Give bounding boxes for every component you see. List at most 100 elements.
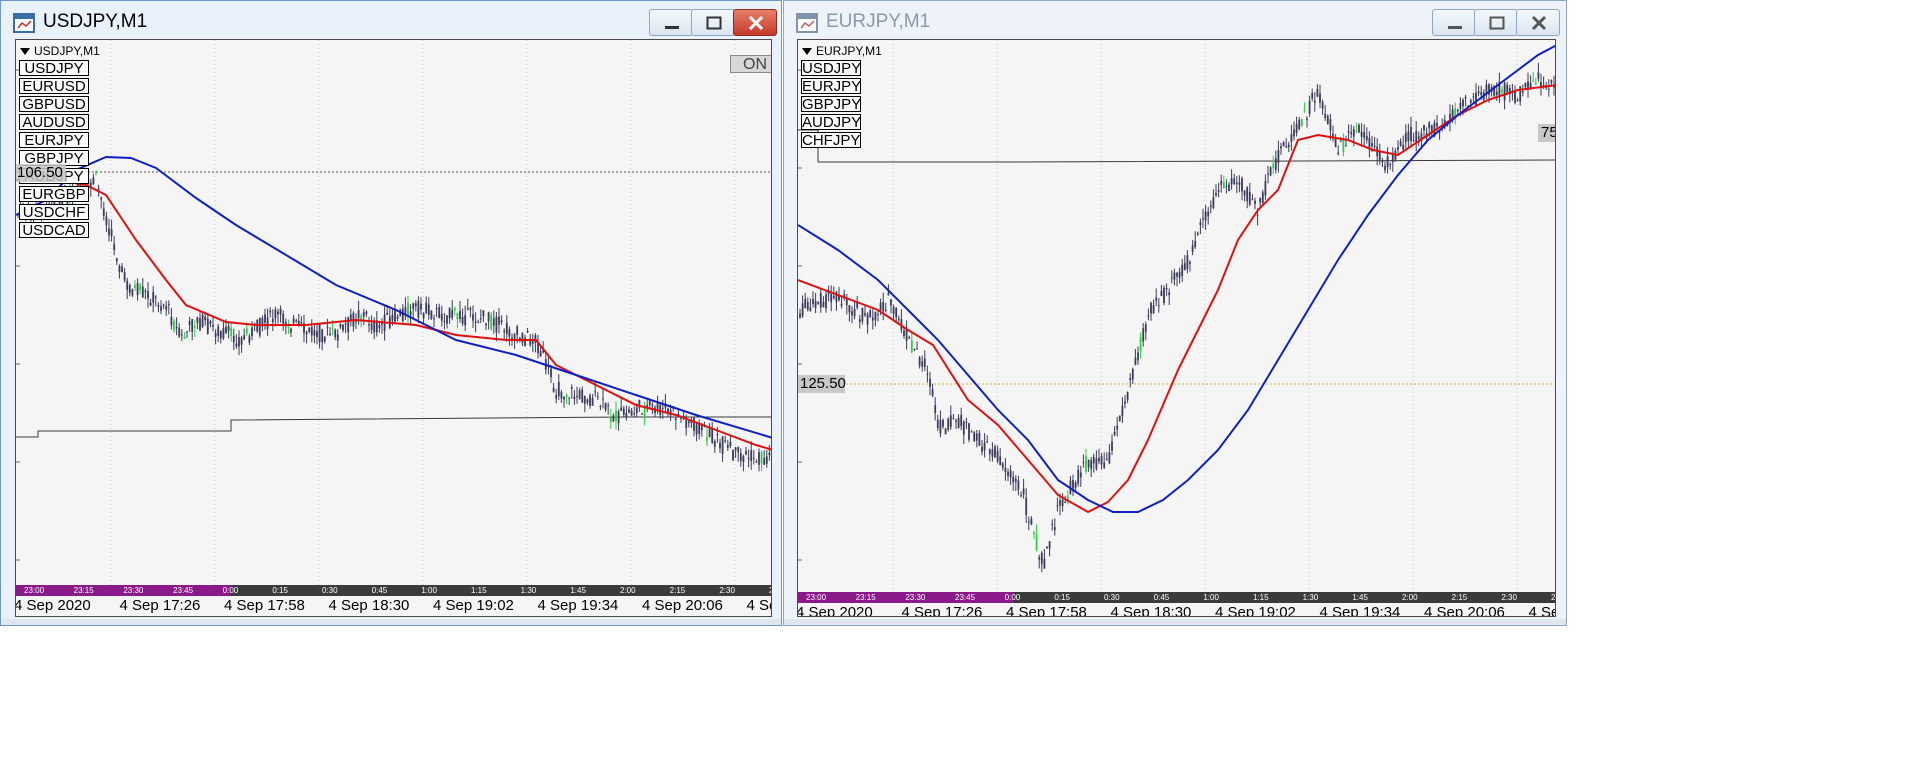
- candle-body: [962, 421, 965, 435]
- candle-body: [214, 332, 217, 337]
- candle-body: [516, 326, 519, 335]
- candle-body: [570, 387, 573, 389]
- candle-body: [1079, 472, 1082, 478]
- time-axis-label: 4 Sep 20:06: [1424, 604, 1505, 617]
- maximize-button[interactable]: [1474, 9, 1518, 36]
- candle-body: [651, 404, 654, 406]
- candle-body: [991, 449, 994, 457]
- candle-body: [1337, 152, 1340, 155]
- candle-body: [999, 456, 1002, 466]
- candle-body: [882, 302, 885, 312]
- maximize-button[interactable]: [691, 9, 735, 36]
- price-chart[interactable]: EURJPY,M1 USDJPY EURJPY GBPJPY AUDJPY CH…: [797, 39, 1556, 617]
- on-toggle-button[interactable]: ON: [730, 55, 771, 73]
- candle-body: [245, 328, 248, 334]
- candle-body: [609, 417, 612, 423]
- candle-body: [1462, 99, 1464, 107]
- candle-body: [1501, 89, 1503, 93]
- candle-body: [968, 423, 970, 440]
- candlestick-plot[interactable]: [798, 40, 1556, 617]
- candle-body: [196, 317, 199, 323]
- symbol-button[interactable]: EURGBP: [19, 186, 89, 203]
- close-icon: [748, 15, 764, 31]
- candle-body: [1321, 102, 1324, 109]
- candle-body: [108, 228, 110, 236]
- candle-body: [1147, 315, 1150, 317]
- candle-body: [897, 318, 900, 320]
- candle-body: [438, 307, 441, 319]
- candle-body: [186, 331, 188, 333]
- minimize-button[interactable]: [1432, 9, 1476, 36]
- session-time-label: 23:45: [173, 586, 194, 595]
- candle-body: [1410, 126, 1412, 141]
- symbol-button[interactable]: EURJPY: [19, 132, 89, 149]
- symbol-button[interactable]: USDCHF: [19, 204, 89, 221]
- candle-body: [1506, 84, 1509, 93]
- candle-body: [1090, 460, 1093, 469]
- symbol-button[interactable]: AUDUSD: [19, 114, 89, 131]
- time-axis-label: 4 Sep 19:34: [537, 597, 619, 614]
- candle-body: [1532, 80, 1535, 82]
- symbol-button[interactable]: CHFJPY: [801, 132, 861, 149]
- candle-body: [295, 320, 298, 322]
- candle-body: [456, 312, 459, 320]
- candle-body: [1191, 245, 1194, 252]
- candle-body: [339, 324, 342, 328]
- candle-body: [589, 395, 591, 406]
- candle-body: [1277, 149, 1280, 163]
- candle-body: [219, 331, 222, 339]
- candle-body: [892, 306, 895, 315]
- candle-body: [1472, 96, 1475, 98]
- candle-body: [277, 311, 279, 315]
- symbol-button[interactable]: EURJPY: [801, 78, 861, 95]
- chart-symbol-label[interactable]: EURJPY,M1: [802, 44, 882, 58]
- candle-body: [908, 337, 911, 339]
- candle-body: [1017, 480, 1020, 490]
- symbol-button[interactable]: AUDJPY: [801, 114, 861, 131]
- candle-body: [1155, 297, 1158, 301]
- candle-body: [1363, 132, 1366, 138]
- candle-body: [1267, 173, 1269, 175]
- candle-body: [1220, 180, 1223, 185]
- candle-body: [895, 308, 898, 318]
- candle-body: [1352, 129, 1355, 137]
- candle-body: [1178, 271, 1181, 278]
- candle-body: [708, 428, 711, 438]
- symbol-button[interactable]: USDJPY: [19, 60, 89, 77]
- candle-body: [264, 314, 266, 323]
- symbol-button[interactable]: GBPUSD: [19, 96, 89, 113]
- symbol-button[interactable]: USDJPY: [801, 60, 861, 77]
- candle-body: [713, 441, 716, 447]
- close-button[interactable]: [733, 9, 777, 36]
- candle-body: [487, 312, 490, 322]
- chart-symbol-text: USDJPY,M1: [34, 44, 100, 58]
- session-time-label: 1:15: [1253, 593, 1269, 602]
- price-chart[interactable]: USDJPY,M1 USDJPY EURUSD GBPUSD AUDUSD EU…: [15, 39, 772, 617]
- candle-body: [750, 450, 753, 462]
- time-axis-label: 4 Sep 19:34: [1319, 604, 1401, 617]
- candle-body: [822, 301, 825, 308]
- symbol-button[interactable]: EURUSD: [19, 78, 89, 95]
- candle-body: [1165, 288, 1168, 290]
- candlestick-plot[interactable]: [16, 40, 772, 617]
- moving-average-red: [16, 179, 771, 451]
- candle-body: [994, 446, 996, 458]
- candle-body: [732, 449, 734, 461]
- candle-body: [565, 395, 568, 398]
- candle-body: [147, 291, 149, 299]
- candle-body: [1012, 476, 1015, 483]
- candle-body: [648, 400, 651, 406]
- time-axis-label: 4 Sep 17:58: [1006, 604, 1087, 617]
- time-axis-label: 4 Sep 17:26: [119, 597, 201, 614]
- candle-body: [599, 405, 602, 407]
- close-button[interactable]: [1516, 9, 1560, 36]
- symbol-button[interactable]: GBPJPY: [801, 96, 861, 113]
- candle-body: [1176, 272, 1178, 277]
- candle-body: [248, 336, 251, 343]
- chart-symbol-label[interactable]: USDJPY,M1: [20, 44, 100, 58]
- minimize-button[interactable]: [649, 9, 693, 36]
- symbol-button[interactable]: USDCAD: [19, 222, 89, 239]
- candle-body: [1272, 163, 1275, 168]
- chart-window-usdjpy[interactable]: USDJPY,M1 USDJPY,M1 USDJPY EURUSD GBPUSD…: [0, 0, 782, 626]
- chart-window-eurjpy[interactable]: EURJPY,M1 EURJPY,M1 USDJPY EURJPY GBPJPY…: [783, 0, 1567, 626]
